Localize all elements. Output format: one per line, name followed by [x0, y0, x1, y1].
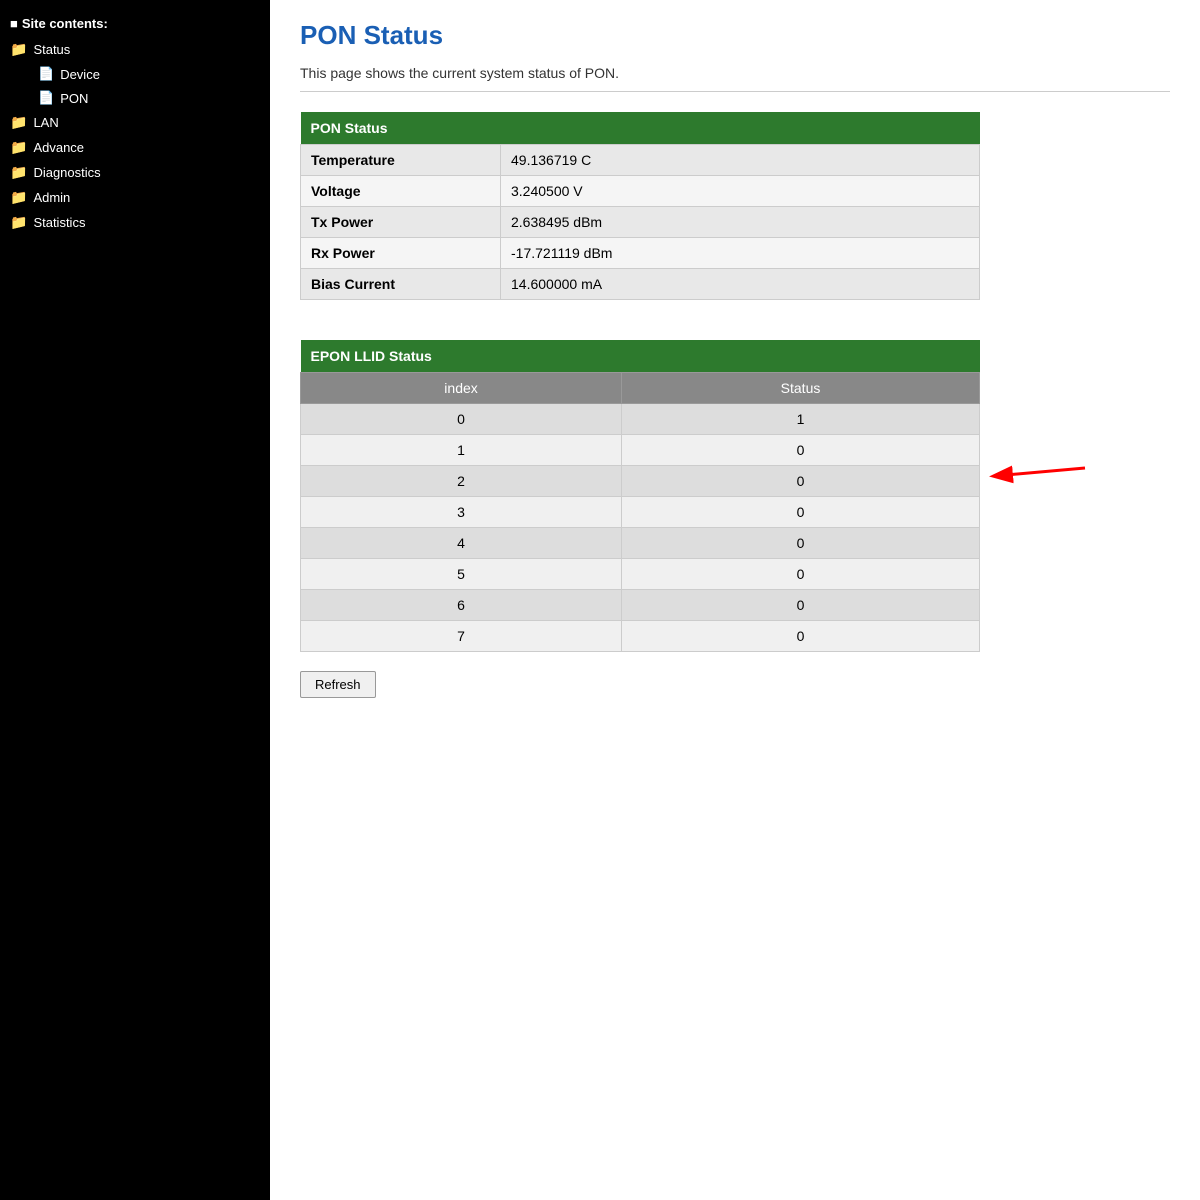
table-row: 0 1: [301, 404, 980, 435]
sidebar-label-lan: LAN: [33, 115, 58, 130]
sidebar: ■ Site contents: 📁 Status 📄 Device 📄 PON…: [0, 0, 270, 1200]
row-value: 2.638495 dBm: [501, 207, 980, 238]
sidebar-label-diagnostics: Diagnostics: [33, 165, 100, 180]
doc-icon: 📄: [38, 66, 54, 82]
table-row: Temperature 49.136719 C: [301, 145, 980, 176]
row-label: Temperature: [301, 145, 501, 176]
sidebar-item-pon[interactable]: 📄 PON: [0, 86, 270, 110]
sidebar-item-statistics[interactable]: 📁 Statistics: [0, 210, 270, 235]
sidebar-label-status: Status: [33, 42, 70, 57]
table-row: 4 0: [301, 528, 980, 559]
row-value: 14.600000 mA: [501, 269, 980, 300]
sidebar-item-admin[interactable]: 📁 Admin: [0, 185, 270, 210]
table-row: Rx Power -17.721119 dBm: [301, 238, 980, 269]
sidebar-item-device[interactable]: 📄 Device: [0, 62, 270, 86]
sidebar-item-diagnostics[interactable]: 📁 Diagnostics: [0, 160, 270, 185]
table-row: Voltage 3.240500 V: [301, 176, 980, 207]
row-label: Bias Current: [301, 269, 501, 300]
folder-icon-advance: 📁: [10, 139, 27, 156]
sidebar-item-advance[interactable]: 📁 Advance: [0, 135, 270, 160]
table-row: 1 0: [301, 435, 980, 466]
llid-status: 0: [622, 497, 980, 528]
table-row: Tx Power 2.638495 dBm: [301, 207, 980, 238]
doc-icon-pon: 📄: [38, 90, 54, 106]
llid-status: 0: [622, 621, 980, 652]
sidebar-label-admin: Admin: [33, 190, 70, 205]
sidebar-label-advance: Advance: [33, 140, 84, 155]
table-row: 3 0: [301, 497, 980, 528]
llid-index: 4: [301, 528, 622, 559]
row-label: Voltage: [301, 176, 501, 207]
llid-table-body: 0 11 02 03 04 05 06 07 0: [301, 404, 980, 652]
divider: [300, 91, 1170, 92]
folder-icon-diagnostics: 📁: [10, 164, 27, 181]
llid-table-container: EPON LLID Status index Status 0 11 02 03…: [300, 340, 980, 668]
refresh-button[interactable]: Refresh: [300, 671, 376, 698]
epon-llid-header: EPON LLID Status: [301, 340, 980, 373]
row-value: -17.721119 dBm: [501, 238, 980, 269]
row-label: Tx Power: [301, 207, 501, 238]
llid-status: 0: [622, 559, 980, 590]
folder-icon-admin: 📁: [10, 189, 27, 206]
main-content: PON Status This page shows the current s…: [270, 0, 1200, 1200]
sidebar-label-statistics: Statistics: [33, 215, 85, 230]
sidebar-item-status[interactable]: 📁 Status: [0, 37, 270, 62]
llid-index: 1: [301, 435, 622, 466]
table-row: 5 0: [301, 559, 980, 590]
llid-index: 7: [301, 621, 622, 652]
pon-status-body: Temperature 49.136719 CVoltage 3.240500 …: [301, 145, 980, 300]
table-row: Bias Current 14.600000 mA: [301, 269, 980, 300]
epon-llid-table: EPON LLID Status index Status 0 11 02 03…: [300, 340, 980, 652]
folder-icon-lan: 📁: [10, 114, 27, 131]
row-value: 49.136719 C: [501, 145, 980, 176]
llid-status: 0: [622, 590, 980, 621]
sidebar-label-device: Device: [60, 67, 100, 82]
sidebar-header-label: Site contents:: [22, 16, 108, 31]
folder-icon-statistics: 📁: [10, 214, 27, 231]
row-label: Rx Power: [301, 238, 501, 269]
page-title: PON Status: [300, 20, 1170, 51]
table-row: 2 0: [301, 466, 980, 497]
llid-status: 0: [622, 466, 980, 497]
tree-icon: ■: [10, 16, 18, 31]
sidebar-item-lan[interactable]: 📁 LAN: [0, 110, 270, 135]
llid-index: 3: [301, 497, 622, 528]
llid-status: 1: [622, 404, 980, 435]
folder-icon: 📁: [10, 41, 27, 58]
table-row: 6 0: [301, 590, 980, 621]
col-header-status: Status: [622, 373, 980, 404]
llid-index: 6: [301, 590, 622, 621]
llid-index: 0: [301, 404, 622, 435]
llid-status: 0: [622, 528, 980, 559]
row-value: 3.240500 V: [501, 176, 980, 207]
pon-status-header: PON Status: [301, 112, 980, 145]
table-row: 7 0: [301, 621, 980, 652]
red-arrow-annotation: [975, 458, 1095, 498]
col-header-index: index: [301, 373, 622, 404]
llid-index: 5: [301, 559, 622, 590]
llid-index: 2: [301, 466, 622, 497]
page-description: This page shows the current system statu…: [300, 65, 1170, 81]
sidebar-label-pon: PON: [60, 91, 88, 106]
sidebar-header: ■ Site contents:: [0, 10, 270, 37]
llid-status: 0: [622, 435, 980, 466]
pon-status-table: PON Status Temperature 49.136719 CVoltag…: [300, 112, 980, 300]
